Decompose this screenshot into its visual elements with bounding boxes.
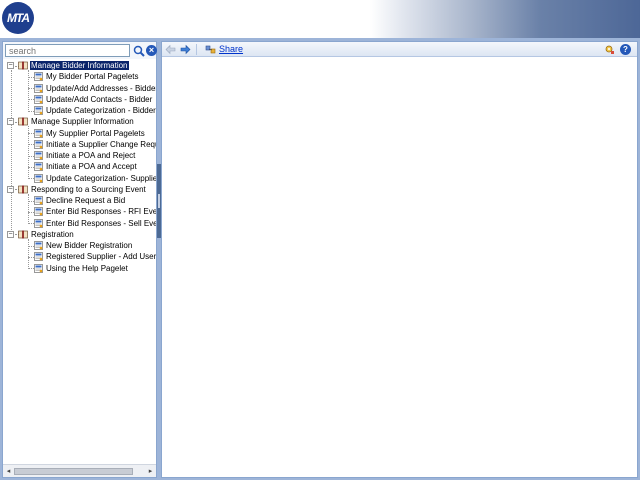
tree-item[interactable]: Initiate a Supplier Change Reques [34,139,156,150]
pagelet-icon [34,106,43,115]
scroll-left-arrow[interactable]: ◂ [4,467,13,476]
pagelet-icon [34,263,43,273]
tree-item[interactable]: Initiate a POA and Accept [34,161,138,172]
pagelet-icon [34,252,43,262]
tree-item-label: My Bidder Portal Pagelets [46,72,139,82]
tree-group-label: Registration [31,229,74,239]
navigation-tree: − Manage Bidder Information My Bidder Port… [3,60,156,463]
search-input[interactable] [5,44,130,57]
tree-connector [28,238,29,268]
content-toolbar: Share ? [162,42,637,57]
pagelet-icon [34,83,43,93]
tree-item-label: Update Categorization - Bidder [46,106,156,115]
content-area [162,57,637,477]
close-icon[interactable]: × [146,45,157,56]
tree-expander[interactable]: − [7,118,14,126]
tree-item[interactable]: Enter Bid Responses - RFI Event [34,206,156,217]
tree-group-label: Manage Bidder Information [30,61,129,70]
tree-group[interactable]: Manage Bidder Information [18,60,129,71]
tree-item-label: Update/Add Addresses - Bidder [46,83,156,93]
tree-item[interactable]: Decline Request a Bid [34,195,126,206]
tree-expander[interactable]: − [7,185,14,193]
pagelet-icon [34,218,43,228]
book-folder-icon [18,185,28,194]
tree-expander[interactable]: − [7,62,14,69]
pagelet-icon [34,207,43,217]
tree-connector [11,70,12,230]
tree-group-label: Responding to a Sourcing Event [31,184,146,194]
pagelet-icon [34,196,43,205]
tree-group[interactable]: Registration [18,229,75,240]
tree-group[interactable]: Manage Supplier Information [18,116,135,127]
tree-item[interactable]: Update Categorization - Bidder [34,105,156,116]
mta-logo: MTA [2,2,34,34]
pagelet-icon [34,94,43,104]
tree-expander[interactable]: − [7,230,14,238]
tree-item[interactable]: Update/Add Contacts - Bidder [34,94,153,105]
personalize-icon[interactable] [604,44,615,55]
tree-item[interactable]: My Supplier Portal Pagelets [34,128,146,139]
tree-item[interactable]: New Bidder Registration [34,240,133,251]
pagelet-icon [34,151,43,160]
tree-item-label: My Supplier Portal Pagelets [46,128,145,138]
tree-item-label: Initiate a POA and Reject [46,151,136,160]
tree-group-label: Manage Supplier Information [31,117,134,127]
tree-item-label: Decline Request a Bid [46,196,126,205]
help-icon[interactable]: ? [620,44,631,55]
tree-item-label: New Bidder Registration [46,241,133,250]
search-bar: × [3,42,157,59]
book-folder-icon [18,230,28,239]
scrollbar-thumb[interactable] [14,468,133,475]
tree-item-label: Update Categorization- Supplier [46,173,156,183]
tree-item-label: Enter Bid Responses - RFI Event [46,207,156,217]
back-arrow-icon[interactable] [165,44,176,55]
pagelet-icon [34,173,43,183]
book-folder-icon [18,61,28,70]
scroll-right-arrow[interactable]: ▸ [146,467,155,476]
toolbar-divider [196,44,197,55]
book-folder-icon [18,117,28,126]
pagelet-icon [34,162,43,172]
forward-arrow-icon[interactable] [180,44,191,55]
tree-item-label: Enter Bid Responses - Sell Event [46,218,156,228]
tree-item-label: Update/Add Contacts - Bidder [46,94,153,104]
tree-item[interactable]: Update Categorization- Supplier [34,173,156,184]
magnifier-icon[interactable] [133,45,145,57]
tree-item[interactable]: Initiate a POA and Reject [34,150,136,161]
pagelet-icon [34,241,43,250]
tree-group[interactable]: Responding to a Sourcing Event [18,184,147,195]
share-icon[interactable] [205,44,216,55]
pagelet-icon [34,139,43,149]
tree-item[interactable]: My Bidder Portal Pagelets [34,71,140,82]
pagelet-icon [34,72,43,82]
horizontal-scrollbar[interactable]: ◂ ▸ [3,464,156,477]
tree-item[interactable]: Update/Add Addresses - Bidder [34,83,156,94]
tree-item[interactable]: Enter Bid Responses - Sell Event [34,218,156,229]
navigation-pane: × − Manage Bidder Information My Bidder Po… [2,41,157,478]
share-link[interactable]: Share [219,44,243,54]
tree-item[interactable]: Registered Supplier - Add User Ac [34,251,156,262]
tree-item-label: Initiate a POA and Accept [46,162,137,172]
tree-item[interactable]: Using the Help Pagelet [34,263,129,274]
tree-item-label: Registered Supplier - Add User Ac [46,252,156,262]
splitter-grip[interactable] [158,194,160,208]
header-banner: MTA [0,0,640,38]
tree-connector [28,193,29,223]
tree-item-label: Initiate a Supplier Change Reques [46,139,156,149]
tree-item-label: Using the Help Pagelet [46,263,128,273]
content-pane: Share ? [161,41,638,478]
pagelet-icon [34,128,43,138]
